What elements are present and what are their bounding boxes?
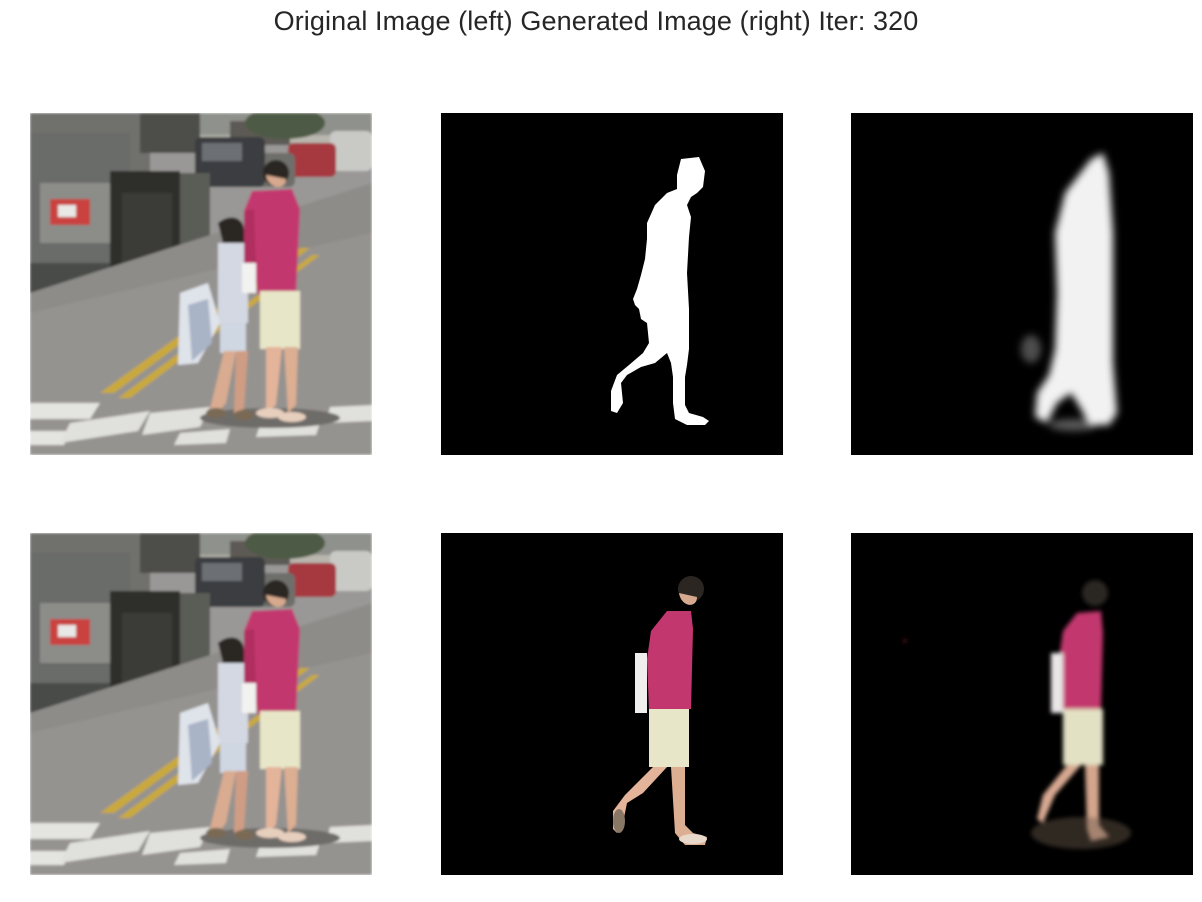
masked-person-image xyxy=(441,533,783,875)
image-panel-ground-truth-mask xyxy=(441,113,783,455)
image-panel-original-street-2 xyxy=(30,533,372,875)
mask-image xyxy=(441,113,783,455)
generated-mask-image xyxy=(851,113,1193,455)
street-photo xyxy=(30,113,372,455)
image-panel-original-street xyxy=(30,113,372,455)
street-photo xyxy=(30,533,372,875)
image-panel-generated-mask xyxy=(851,113,1193,455)
image-panel-generated-person xyxy=(851,533,1193,875)
figure-title: Original Image (left) Generated Image (r… xyxy=(273,6,919,36)
generated-person-image xyxy=(851,533,1193,875)
image-panel-masked-person xyxy=(441,533,783,875)
